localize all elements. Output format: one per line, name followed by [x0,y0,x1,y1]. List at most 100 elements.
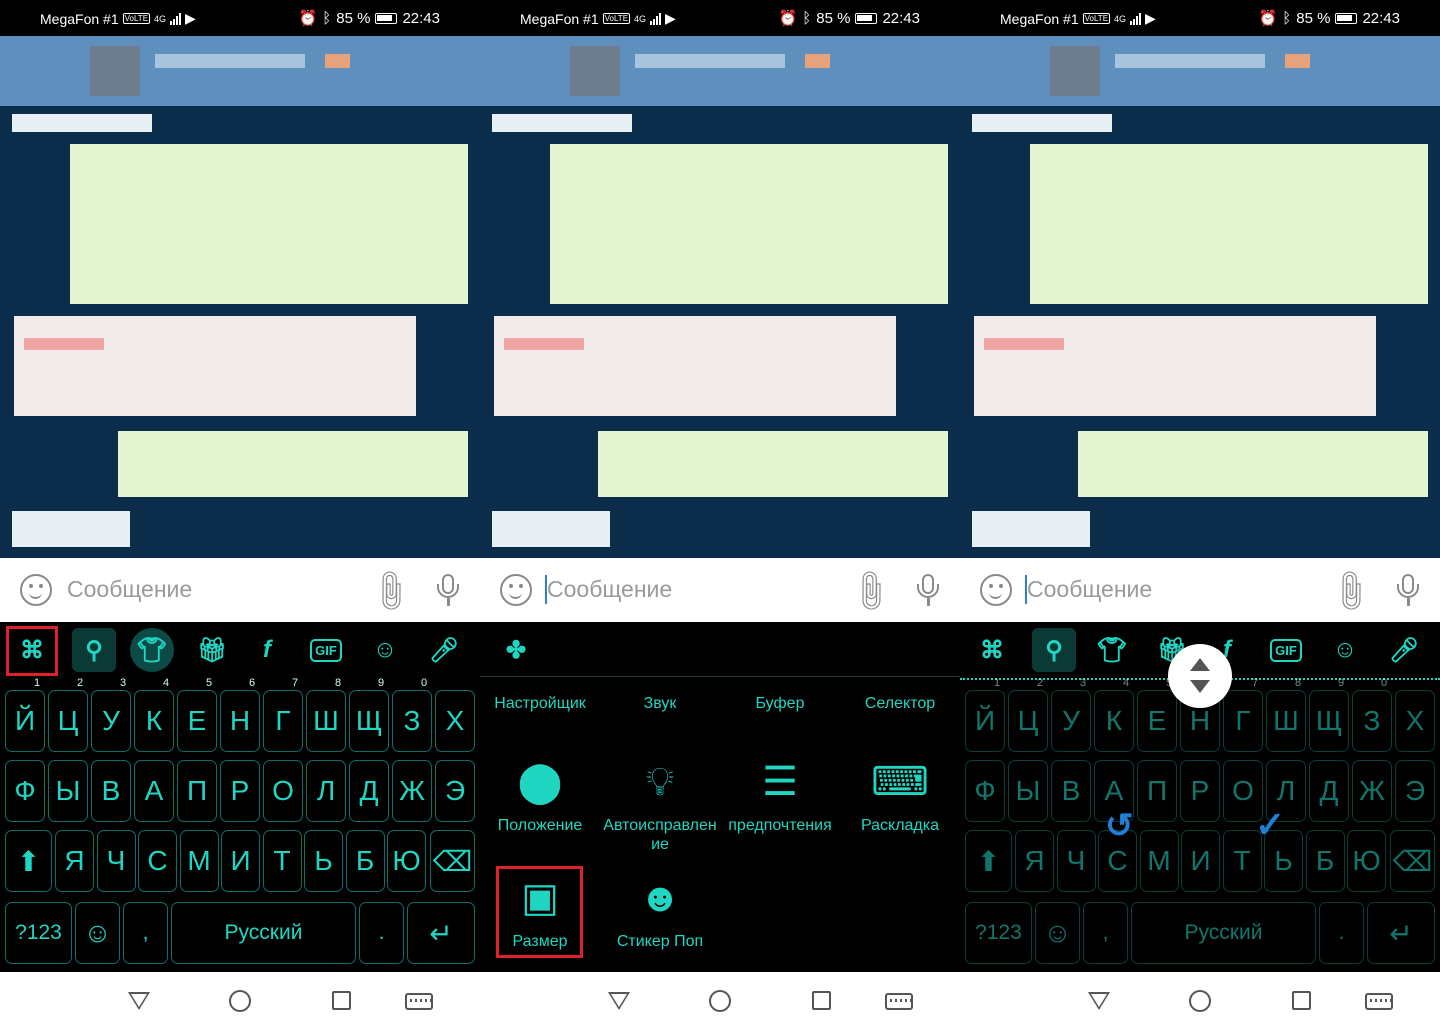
mic-icon[interactable]: 🎤︎ [1382,628,1426,672]
key[interactable]: Ц2 [1008,677,1048,752]
gif-icon[interactable]: GIF [1264,628,1308,672]
undo-icon[interactable]: ↺ [1105,806,1134,846]
period-key[interactable]: . [1319,902,1364,964]
key[interactable]: П [177,760,217,822]
attach-icon[interactable]: 📎︎ [1324,566,1376,618]
key[interactable]: Ю [387,830,426,892]
search-icon[interactable]: ⚲ [1032,628,1076,672]
key[interactable]: Г7 [263,677,303,752]
key[interactable]: У3 [91,677,131,752]
gift-icon[interactable]: 🎁︎ [190,628,234,672]
shift-key[interactable]: ⬆ [5,830,52,892]
home-icon[interactable] [229,990,251,1012]
key[interactable]: Г7 [1223,677,1263,752]
recents-icon[interactable] [812,991,831,1010]
enter-key[interactable]: ↵ [1367,902,1435,964]
emoji-icon[interactable] [980,574,1012,606]
theme-shirt-icon[interactable]: 👕︎ [130,628,174,672]
mic-icon[interactable] [917,572,939,608]
font-icon[interactable]: f [245,628,289,672]
key[interactable]: З0 [1352,677,1392,752]
symbols-key[interactable]: ?123 [965,902,1032,964]
key[interactable]: Ч [96,830,136,892]
key[interactable]: Ф [965,760,1005,822]
key[interactable]: В [1051,760,1091,822]
apps-icon[interactable]: ✤ [494,628,538,672]
key[interactable]: Ц2 [48,677,88,752]
message-input[interactable]: Сообщение [67,576,192,603]
key[interactable]: М [1139,830,1179,892]
comma-key[interactable]: , [1083,902,1128,964]
sticker-icon[interactable]: ☺ [363,628,407,672]
menu-item-position[interactable]: ⬤ Положение [480,758,600,835]
home-icon[interactable] [1189,990,1211,1012]
key[interactable]: Е5 [177,677,217,752]
key[interactable]: Э [1395,760,1435,822]
key[interactable]: П [1137,760,1177,822]
menu-item-sticker-pop[interactable]: ☻ Стикер Поп [600,874,720,951]
key[interactable]: Ь [304,830,343,892]
key[interactable]: К4 [1094,677,1134,752]
key[interactable]: Э [435,760,475,822]
key[interactable]: Д [349,760,389,822]
check-icon[interactable]: ✓ [1255,804,1285,846]
recents-icon[interactable] [332,991,351,1010]
key[interactable]: Т [262,830,302,892]
key[interactable]: Н6 [220,677,260,752]
key[interactable]: У3 [1051,677,1091,752]
symbols-key[interactable]: ?123 [5,902,72,964]
enter-key[interactable]: ↵ [407,902,475,964]
key[interactable]: Я [55,830,94,892]
comma-key[interactable]: , [123,902,168,964]
menu-item-customizer[interactable]: Настройщик [480,694,600,713]
key[interactable]: Б [1305,830,1345,892]
key[interactable]: К4 [134,677,174,752]
menu-item-selector[interactable]: Селектор [840,694,960,713]
mic-icon[interactable] [1397,572,1419,608]
emoji-key[interactable]: ☺ [75,902,120,964]
key[interactable]: Ш8 [1266,677,1306,752]
key[interactable]: И [1181,830,1220,892]
keyboard-switch-icon[interactable] [1365,993,1393,1010]
menu-item-sound[interactable]: Звук [600,694,720,713]
key[interactable]: Ш8 [306,677,346,752]
mic-icon[interactable] [437,572,459,608]
menu-item-preferences[interactable]: ☰ предпочтения [720,758,840,835]
key[interactable]: Р [1180,760,1220,822]
key[interactable]: Ю [1347,830,1386,892]
theme-shirt-icon[interactable]: 👕︎ [1090,628,1134,672]
message-input[interactable]: Сообщение [1027,576,1152,603]
key[interactable]: З0 [392,677,432,752]
key[interactable]: В [91,760,131,822]
key[interactable]: Щ9 [349,677,389,752]
home-icon[interactable] [709,990,731,1012]
back-icon[interactable] [1088,992,1110,1010]
attach-icon[interactable]: 📎︎ [364,566,416,618]
menu-item-clipboard[interactable]: Буфер [720,694,840,713]
key[interactable]: О [263,760,303,822]
menu-item-autocorrect[interactable]: 💡︎ Автоисправление [600,758,720,854]
recents-icon[interactable] [1292,991,1311,1010]
emoji-icon[interactable] [500,574,532,606]
key[interactable]: С [138,830,177,892]
space-key[interactable]: Русский [171,902,356,964]
keyboard-switch-icon[interactable] [885,993,913,1010]
emoji-icon[interactable] [20,574,52,606]
menu-item-layout[interactable]: ⌨ Раскладка [840,758,960,835]
key[interactable]: А [134,760,174,822]
key[interactable]: И [221,830,260,892]
backspace-key[interactable]: ⌫ [430,830,475,892]
key[interactable]: М [179,830,219,892]
key[interactable]: Щ9 [1309,677,1349,752]
key[interactable]: Ч [1056,830,1096,892]
apps-icon[interactable]: ⌘ [970,628,1014,672]
mic-icon[interactable]: 🎤︎ [422,628,466,672]
key[interactable]: Й1 [965,677,1005,752]
key[interactable]: Л [306,760,346,822]
key[interactable]: Ж [392,760,432,822]
back-icon[interactable] [608,992,630,1010]
key[interactable]: Ф [5,760,45,822]
period-key[interactable]: . [359,902,404,964]
backspace-key[interactable]: ⌫ [1390,830,1435,892]
shift-key[interactable]: ⬆ [965,830,1012,892]
